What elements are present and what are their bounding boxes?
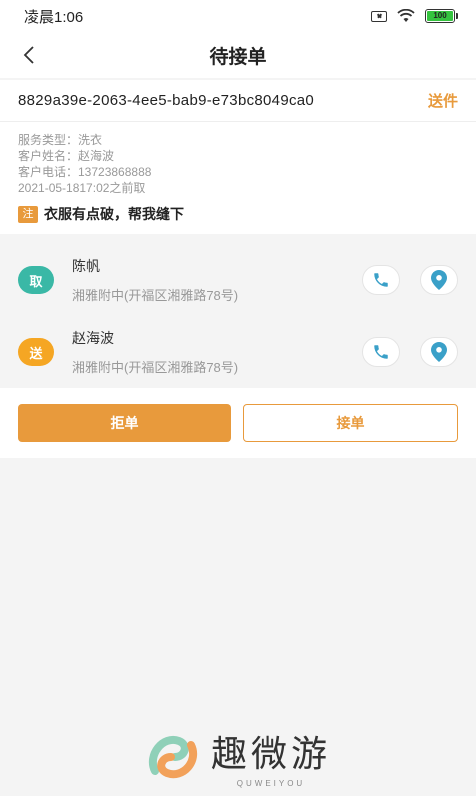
list-item: 送 赵海波 湘雅附中(开福区湘雅路78号) xyxy=(0,316,476,388)
location-pin-icon xyxy=(431,342,447,362)
delivery-badge: 送 xyxy=(18,338,54,366)
order-id: 8829a39e-2063-4ee5-bab9-e73bc8049ca0 xyxy=(18,92,315,109)
note-tag: 注 xyxy=(18,205,38,223)
location-button[interactable] xyxy=(420,337,458,367)
watermark-subtitle: QUWEIYOU xyxy=(236,779,306,788)
accept-button[interactable]: 接单 xyxy=(243,404,458,442)
list-item: 取 陈帆 湘雅附中(开福区湘雅路78号) xyxy=(0,244,476,316)
back-button[interactable] xyxy=(14,40,44,70)
customer-phone: 客户电话：13723868888 xyxy=(18,165,152,179)
watermark-logo-icon xyxy=(149,735,197,778)
watermark: 趣微游 QUWEIYOU xyxy=(0,725,476,788)
contact-list: 取 陈帆 湘雅附中(开福区湘雅路78号) 送 赵海波 湘雅附中(开福区湘雅路78… xyxy=(0,244,476,388)
order-id-row: 8829a39e-2063-4ee5-bab9-e73bc8049ca0 送件 xyxy=(0,80,476,122)
location-pin-icon xyxy=(431,270,447,290)
location-button[interactable] xyxy=(420,265,458,295)
reject-button[interactable]: 拒单 xyxy=(18,404,231,442)
pickup-deadline: 2021-05-1817:02之前取 xyxy=(18,181,146,195)
phone-icon xyxy=(374,273,388,287)
service-type: 服务类型：洗衣 xyxy=(18,133,103,147)
watermark-title: 趣微游 xyxy=(210,734,331,775)
call-button[interactable] xyxy=(362,337,400,367)
status-bar: 凌晨1:06 100 xyxy=(0,0,476,32)
contact-address: 湘雅附中(开福区湘雅路78号) xyxy=(72,360,239,375)
wifi-icon xyxy=(397,9,415,22)
order-info: 服务类型：洗衣 客户姓名：赵海波 客户电话：13723868888 2021-0… xyxy=(0,122,476,234)
order-type-label: 送件 xyxy=(427,93,458,110)
order-note: 注 衣服有点破，帮我缝下 xyxy=(18,204,458,224)
battery-icon: 100 xyxy=(425,9,458,23)
pickup-badge: 取 xyxy=(18,266,54,294)
nav-bar: 待接单 xyxy=(0,32,476,78)
chevron-left-icon xyxy=(23,46,34,64)
order-card: 8829a39e-2063-4ee5-bab9-e73bc8049ca0 送件 … xyxy=(0,80,476,234)
customer-name: 客户姓名：赵海波 xyxy=(18,149,115,163)
note-text: 衣服有点破，帮我缝下 xyxy=(44,206,184,222)
contact-address: 湘雅附中(开福区湘雅路78号) xyxy=(72,288,239,303)
contact-name: 赵海波 xyxy=(72,330,114,346)
action-row: 拒单 接单 xyxy=(0,388,476,458)
battery-level: 100 xyxy=(427,11,453,21)
page-title: 待接单 xyxy=(209,46,267,68)
contact-info: 陈帆 湘雅附中(开福区湘雅路78号) xyxy=(72,256,342,304)
no-sim-icon xyxy=(371,10,387,22)
call-button[interactable] xyxy=(362,265,400,295)
contact-info: 赵海波 湘雅附中(开福区湘雅路78号) xyxy=(72,328,342,376)
status-icons: 100 xyxy=(371,9,458,23)
phone-icon xyxy=(374,345,388,359)
status-time: 凌晨1:06 xyxy=(24,8,84,26)
contact-name: 陈帆 xyxy=(72,258,100,274)
